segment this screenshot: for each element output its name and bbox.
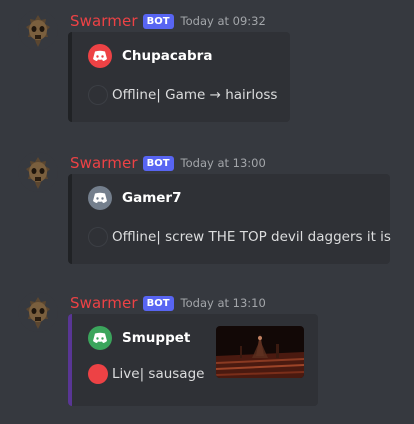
embed: Chupacabra Offline| Game → hairloss bbox=[68, 32, 290, 122]
timestamp[interactable]: Today at 13:10 bbox=[181, 296, 266, 310]
embed-description-text: Live| sausage bbox=[112, 366, 205, 382]
bot-tag: BOT bbox=[142, 155, 174, 171]
status-indicator bbox=[88, 227, 108, 247]
status-indicator bbox=[88, 85, 108, 105]
embed-description: Offline| Game → hairloss bbox=[88, 85, 277, 105]
username[interactable]: Swarmer bbox=[70, 294, 138, 312]
skull-avatar-icon bbox=[18, 152, 58, 192]
status-indicator bbox=[88, 364, 108, 384]
embed-description-text: Offline| screw THE TOP devil daggers it … bbox=[112, 229, 391, 245]
message-header: Swarmer BOT Today at 09:32 bbox=[70, 10, 266, 32]
message: Swarmer BOT Today at 13:10 Smuppet Live|… bbox=[0, 292, 414, 412]
embed-description: Offline| screw THE TOP devil daggers it … bbox=[88, 227, 391, 247]
message: Swarmer BOT Today at 09:32 Chupacabra Of… bbox=[0, 10, 414, 125]
embed: Smuppet Live| sausage bbox=[68, 314, 318, 406]
embed-author-name[interactable]: Gamer7 bbox=[122, 190, 181, 206]
skull-avatar-icon bbox=[18, 10, 58, 50]
discord-icon bbox=[88, 326, 112, 350]
timestamp[interactable]: Today at 09:32 bbox=[181, 14, 266, 28]
skull-avatar-icon bbox=[18, 292, 58, 332]
discord-icon bbox=[88, 186, 112, 210]
avatar[interactable] bbox=[18, 10, 58, 50]
avatar[interactable] bbox=[18, 292, 58, 332]
bot-tag: BOT bbox=[142, 295, 174, 311]
embed: Gamer7 Offline| screw THE TOP devil dagg… bbox=[68, 174, 391, 264]
embed-description: Live| sausage bbox=[88, 364, 204, 384]
avatar[interactable] bbox=[18, 152, 58, 192]
embed-author-name[interactable]: Chupacabra bbox=[122, 48, 212, 64]
timestamp[interactable]: Today at 13:00 bbox=[181, 156, 266, 170]
message: Swarmer BOT Today at 13:00 Gamer7 Offlin… bbox=[0, 152, 414, 267]
discord-icon bbox=[88, 44, 112, 68]
message-header: Swarmer BOT Today at 13:00 bbox=[70, 152, 266, 174]
embed-author: Chupacabra bbox=[88, 44, 212, 68]
embed-author: Smuppet bbox=[88, 326, 190, 350]
embed-thumbnail[interactable] bbox=[216, 326, 304, 378]
username[interactable]: Swarmer bbox=[70, 154, 138, 172]
message-header: Swarmer BOT Today at 13:10 bbox=[70, 292, 266, 314]
embed-description-text: Offline| Game → hairloss bbox=[112, 87, 278, 103]
bot-tag: BOT bbox=[142, 13, 174, 29]
embed-author: Gamer7 bbox=[88, 186, 181, 210]
game-screenshot-thumbnail bbox=[216, 326, 304, 378]
embed-author-name[interactable]: Smuppet bbox=[122, 330, 190, 346]
username[interactable]: Swarmer bbox=[70, 12, 138, 30]
